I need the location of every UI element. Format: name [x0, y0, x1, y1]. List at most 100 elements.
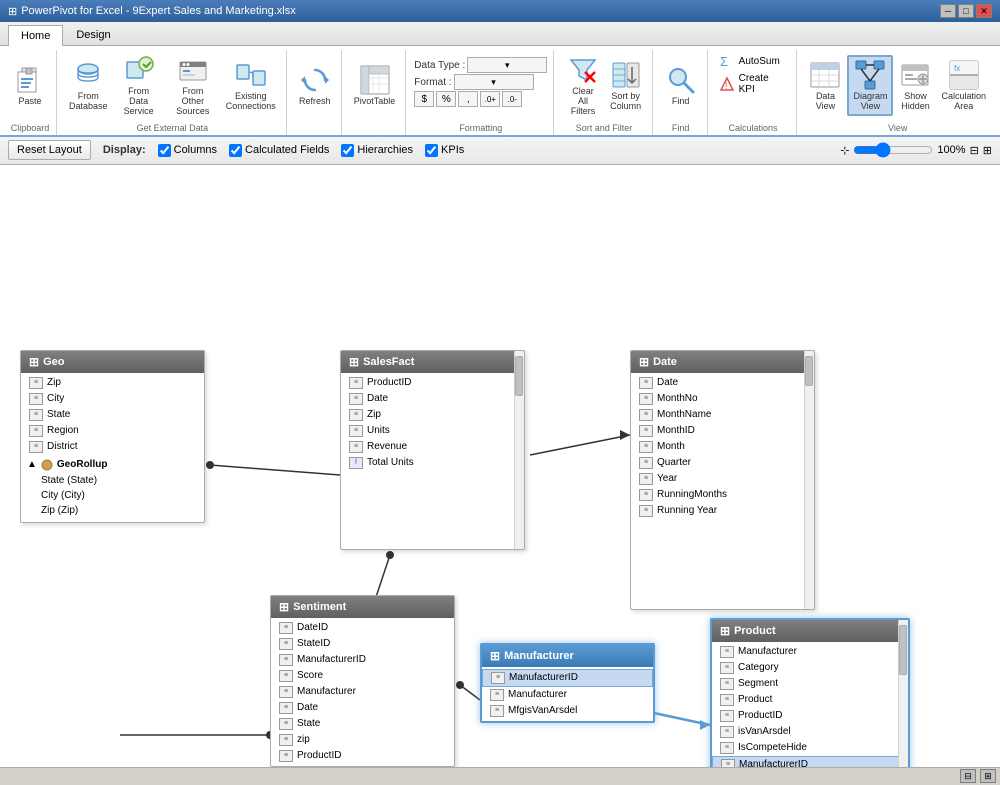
- salesfact-scrollbar[interactable]: [514, 351, 524, 549]
- table-row[interactable]: ≡ Product: [712, 692, 908, 708]
- kpis-checkbox-item[interactable]: KPIs: [425, 144, 464, 157]
- hierarchy-header[interactable]: ▲ GeoRollup: [21, 457, 204, 473]
- table-row[interactable]: ≡ Date: [341, 391, 524, 407]
- table-row[interactable]: ≡ Units: [341, 423, 524, 439]
- clear-all-filters-button[interactable]: Clear AllFilters: [562, 52, 603, 119]
- table-row[interactable]: ≡ MfgisVanArsdel: [482, 703, 653, 719]
- table-row[interactable]: ≡ Month: [631, 439, 814, 455]
- table-row[interactable]: ≡ Date: [631, 375, 814, 391]
- table-row[interactable]: ≡ ProductID: [271, 748, 454, 764]
- table-row[interactable]: ≡ isVanArsdel: [712, 724, 908, 740]
- table-row[interactable]: ≡ StateID: [271, 636, 454, 652]
- columns-checkbox-item[interactable]: Columns: [158, 144, 217, 157]
- col-name: Units: [367, 425, 390, 436]
- hierarchies-checkbox-item[interactable]: Hierarchies: [341, 144, 413, 157]
- currency-button[interactable]: $: [414, 91, 434, 107]
- data-view-button[interactable]: DataView: [805, 57, 845, 114]
- table-row[interactable]: ≡ Manufacturer: [712, 644, 908, 660]
- table-row[interactable]: ≡ MonthName: [631, 407, 814, 423]
- from-other-sources-button[interactable]: From OtherSources: [166, 52, 220, 119]
- hierarchy-item[interactable]: State (State): [21, 473, 204, 488]
- calculation-area-button[interactable]: fx CalculationArea: [937, 57, 990, 114]
- format-dropdown[interactable]: ▾: [454, 74, 534, 90]
- kpis-checkbox[interactable]: [425, 144, 438, 157]
- table-row[interactable]: ≡ Manufacturer: [271, 684, 454, 700]
- paste-button[interactable]: Paste: [10, 62, 50, 109]
- sentiment-body: ≡ DateID ≡ StateID ≡ ManufacturerID ≡ Sc…: [271, 618, 454, 766]
- tab-design[interactable]: Design: [63, 24, 123, 45]
- sort-by-column-button[interactable]: Sort byColumn: [606, 57, 646, 114]
- table-row[interactable]: ≡ Score: [271, 668, 454, 684]
- pivot-items: PivotTable: [350, 52, 400, 133]
- salesfact-thumb[interactable]: [515, 356, 523, 396]
- table-row[interactable]: ≡ Zip: [21, 375, 204, 391]
- hierarchy-item[interactable]: Zip (Zip): [21, 503, 204, 518]
- table-row[interactable]: ≡ ManufacturerID: [271, 652, 454, 668]
- table-row[interactable]: ≡ ProductID: [712, 708, 908, 724]
- table-row[interactable]: ≡ Region: [21, 423, 204, 439]
- table-row[interactable]: ≡ RunningMonths: [631, 487, 814, 503]
- percent-button[interactable]: %: [436, 91, 456, 107]
- table-row[interactable]: ≡ City: [21, 391, 204, 407]
- table-row-selected[interactable]: ≡ ManufacturerID: [482, 669, 653, 687]
- table-row[interactable]: ≡ DateID: [271, 620, 454, 636]
- autosum-button[interactable]: Σ AutoSum: [716, 52, 783, 70]
- status-icon-2[interactable]: ⊞: [980, 769, 996, 783]
- show-hidden-button[interactable]: ShowHidden: [895, 57, 935, 114]
- title-bar-controls[interactable]: ─ □ ✕: [940, 4, 992, 18]
- table-row[interactable]: ≡ Revenue: [341, 439, 524, 455]
- refresh-button[interactable]: Refresh: [295, 62, 335, 109]
- product-thumb[interactable]: [899, 625, 907, 675]
- table-row[interactable]: ≡ MonthNo: [631, 391, 814, 407]
- diagram-view-button[interactable]: DiagramView: [847, 55, 893, 116]
- table-row[interactable]: ≡ District: [21, 439, 204, 455]
- show-hidden-label: ShowHidden: [901, 92, 930, 112]
- table-row[interactable]: ≡ ProductID: [341, 375, 524, 391]
- ribbon-group-clipboard: Paste Clipboard: [4, 50, 57, 135]
- increase-decimal-button[interactable]: .0+: [480, 91, 500, 107]
- close-button[interactable]: ✕: [976, 4, 992, 18]
- tab-home[interactable]: Home: [8, 25, 63, 46]
- table-row[interactable]: f Total Units: [341, 455, 524, 471]
- hierarchies-checkbox[interactable]: [341, 144, 354, 157]
- decrease-decimal-button[interactable]: .0-: [502, 91, 522, 107]
- pivottable-button[interactable]: PivotTable: [350, 62, 400, 109]
- table-row[interactable]: ≡ State: [271, 716, 454, 732]
- calculated-fields-checkbox[interactable]: [229, 144, 242, 157]
- restore-button[interactable]: □: [958, 4, 974, 18]
- reset-layout-button[interactable]: Reset Layout: [8, 140, 91, 160]
- calculated-fields-checkbox-item[interactable]: Calculated Fields: [229, 144, 329, 157]
- status-icon-1[interactable]: ⊟: [960, 769, 976, 783]
- table-row[interactable]: ≡ Manufacturer: [482, 687, 653, 703]
- svg-text:Σ: Σ: [720, 54, 728, 69]
- table-row[interactable]: ≡ Date: [271, 700, 454, 716]
- table-row[interactable]: ≡ Running Year: [631, 503, 814, 519]
- refresh-icon: [299, 64, 331, 96]
- minimize-button[interactable]: ─: [940, 4, 956, 18]
- table-row[interactable]: ≡ State: [21, 407, 204, 423]
- from-database-button[interactable]: FromDatabase: [65, 57, 111, 114]
- create-kpi-button[interactable]: ! Create KPI: [716, 72, 791, 96]
- table-row[interactable]: ≡ Quarter: [631, 455, 814, 471]
- table-row[interactable]: ≡ Category: [712, 660, 908, 676]
- columns-checkbox[interactable]: [158, 144, 171, 157]
- table-row[interactable]: ≡ IsCompeteHide: [712, 740, 908, 756]
- table-row[interactable]: ≡ zip: [271, 732, 454, 748]
- date-thumb[interactable]: [805, 356, 813, 386]
- table-row[interactable]: ≡ MonthID: [631, 423, 814, 439]
- col-name: MonthID: [657, 425, 695, 436]
- existing-connections-button[interactable]: ExistingConnections: [222, 57, 280, 114]
- product-scrollbar[interactable]: [898, 620, 908, 785]
- data-type-dropdown[interactable]: ▾: [467, 57, 547, 73]
- date-scrollbar[interactable]: [804, 351, 814, 609]
- comma-button[interactable]: ,: [458, 91, 478, 107]
- table-row[interactable]: ≡ Segment: [712, 676, 908, 692]
- table-salesfact: ⊞ SalesFact ≡ ProductID ≡ Date ≡ Zip ≡ U…: [340, 350, 525, 550]
- table-row[interactable]: ≡ Year: [631, 471, 814, 487]
- find-button[interactable]: Find: [661, 62, 701, 109]
- table-row[interactable]: ≡ Zip: [341, 407, 524, 423]
- formatting-label: Formatting: [408, 123, 553, 133]
- zoom-slider[interactable]: [853, 142, 933, 158]
- hierarchy-item[interactable]: City (City): [21, 488, 204, 503]
- from-data-service-button[interactable]: From DataService: [113, 52, 163, 119]
